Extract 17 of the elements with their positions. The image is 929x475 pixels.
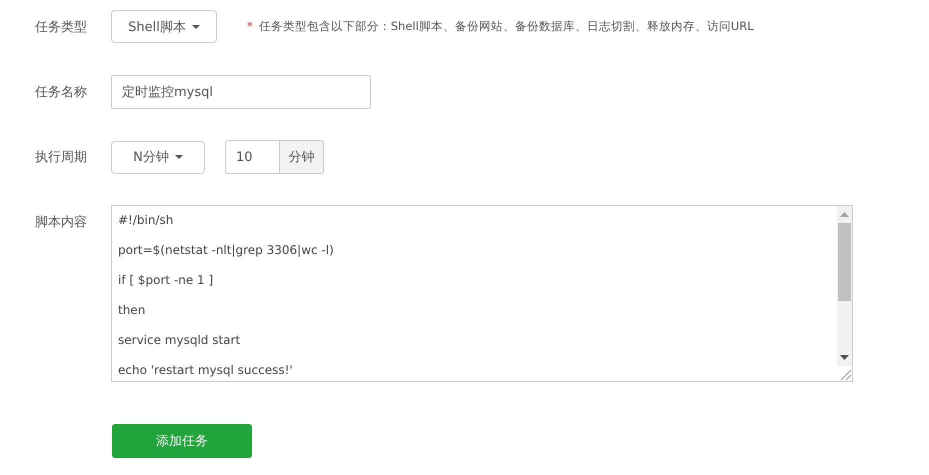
field-label: 任务类型 (35, 18, 88, 36)
script-textarea[interactable]: #!/bin/sh port=$(netstat -nlt|grep 3306|wc -l) if [ $port -ne 1 ] then service mysqld start echo 'restart mysql success!' (111, 205, 853, 382)
code-line: service mysqld start (118, 332, 242, 349)
field-label: 脚本内容 (35, 214, 88, 231)
code-line: if [ $port -ne 1 ] (118, 272, 214, 289)
required-mark: * (247, 19, 253, 34)
period-dropdown[interactable]: N分钟 (111, 140, 205, 174)
field-label: 执行周期 (35, 149, 88, 166)
hint-text: 任务类型包含以下部分：Shell脚本、备份网站、备份数据库、日志切割、释放内存、访问URL (258, 19, 754, 34)
field-label: 任务名称 (35, 84, 88, 101)
task-type-dropdown[interactable]: Shell脚本 (111, 10, 217, 43)
task-name-input[interactable]: 定时监控mysql (111, 75, 371, 109)
code-line: #!/bin/sh (118, 212, 174, 229)
code-line: echo 'restart mysql success!' (118, 362, 294, 379)
code-line: then (118, 302, 146, 319)
code-line: port=$(netstat -nlt|grep 3306|wc -l) (118, 242, 335, 259)
unit-addon: 分钟 (279, 140, 324, 174)
